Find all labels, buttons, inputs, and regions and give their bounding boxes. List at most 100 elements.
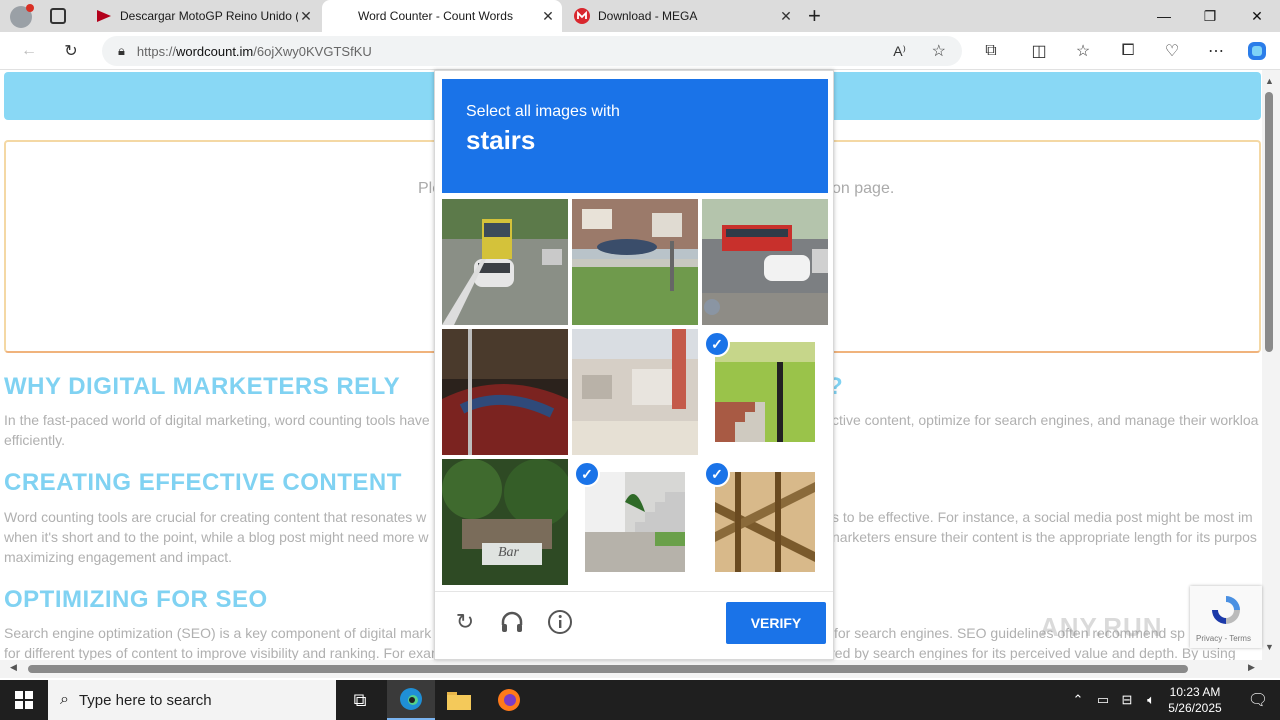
- browser-toolbar: ← ↻ 🔒︎ https://wordcount.im/6ojXwy0KVGTS…: [0, 32, 1280, 70]
- close-window-button[interactable]: ✕: [1234, 0, 1280, 32]
- stairs-image: [715, 472, 815, 572]
- tab-word-counter[interactable]: Word Counter - Count Words ✕: [322, 0, 562, 32]
- audio-challenge-icon[interactable]: [498, 608, 526, 636]
- heading-creating-content: CREATING EFFECTIVE CONTENT: [4, 469, 402, 496]
- show-hidden-icons-icon[interactable]: ⌃: [1064, 680, 1092, 720]
- browser-essentials-icon[interactable]: ♡: [1161, 40, 1183, 62]
- split-screen-icon[interactable]: ◫: [1028, 40, 1050, 62]
- anyrun-watermark: ANY.RUN: [1040, 612, 1163, 642]
- tile-sign-text: Bar: [498, 545, 519, 560]
- paragraph-1-line-1-right: ctive content, optimize for search engin…: [832, 412, 1259, 428]
- captcha-tile-selected[interactable]: ✓: [702, 329, 828, 455]
- verify-button[interactable]: VERIFY: [726, 602, 826, 644]
- horizontal-scroll-thumb[interactable]: [28, 665, 1188, 673]
- reload-icon[interactable]: ↻: [451, 608, 479, 636]
- captcha-target: stairs: [466, 125, 536, 155]
- scroll-up-arrow-icon[interactable]: ▲: [1265, 76, 1274, 86]
- paragraph-3-line-1-left: Search engine optimization (SEO) is a ke…: [4, 625, 432, 641]
- windows-taskbar: ⌕ Type here to search ⧉ ⌃ ▭ ⊟ 🔈︎ 10:23 A…: [0, 680, 1280, 720]
- battery-icon[interactable]: ▭: [1090, 680, 1116, 720]
- street-cars-image: [702, 199, 828, 325]
- captcha-challenge: Select all images with stairs ✓ Bar ✓ ✓ …: [434, 70, 834, 660]
- extensions-icon[interactable]: ⧉: [980, 40, 1002, 62]
- selected-check-icon: ✓: [704, 461, 730, 487]
- url-prefix: https://: [136, 43, 176, 59]
- recaptcha-privacy-terms[interactable]: Privacy - Terms: [1196, 634, 1251, 643]
- stairs-image: [585, 472, 685, 572]
- file-explorer-icon[interactable]: [435, 680, 483, 720]
- building-image: [572, 329, 698, 455]
- captcha-tile[interactable]: [572, 199, 698, 325]
- paragraph-2-line-3: maximizing engagement and impact.: [4, 549, 233, 565]
- url-path: /6ojXwy0KVGTSfKU: [253, 43, 372, 59]
- address-bar[interactable]: 🔒︎ https://wordcount.im/6ojXwy0KVGTSfKU …: [102, 36, 962, 66]
- task-view-icon[interactable]: ⧉: [336, 680, 384, 720]
- selected-check-icon: ✓: [574, 461, 600, 487]
- info-icon[interactable]: [546, 608, 574, 636]
- tab-mega[interactable]: Download - MEGA ✕: [562, 0, 800, 32]
- network-icon[interactable]: ⊟: [1114, 680, 1140, 720]
- paragraph-2-line-1-right: s to be effective. For instance, a socia…: [832, 509, 1253, 525]
- captcha-tile-selected[interactable]: ✓: [572, 459, 698, 585]
- heading-why-marketers: WHY DIGITAL MARKETERS RELY: [4, 373, 401, 400]
- tree-sign-image: [442, 459, 568, 585]
- captcha-tile[interactable]: [702, 199, 828, 325]
- street-bus-image: [442, 199, 568, 325]
- captcha-tile[interactable]: Bar: [442, 459, 568, 585]
- recaptcha-logo-icon: [1212, 596, 1240, 624]
- close-tab-icon[interactable]: ✕: [298, 8, 314, 25]
- recaptcha-badge[interactable]: Privacy - Terms: [1190, 586, 1262, 648]
- captcha-footer: ↻ VERIFY: [435, 591, 833, 659]
- notifications-icon[interactable]: 🗨︎: [1234, 680, 1280, 720]
- captcha-tile[interactable]: [572, 329, 698, 455]
- tab-motogp[interactable]: Descargar MotoGP Reino Unido ( ✕: [84, 0, 320, 32]
- taskbar-clock[interactable]: 10:23 AM 5/26/2025: [1160, 684, 1230, 716]
- close-tab-icon[interactable]: ✕: [778, 8, 794, 25]
- tab-strip: Descargar MotoGP Reino Unido ( ✕ Word Co…: [0, 0, 1280, 32]
- captcha-header: Select all images with stairs: [442, 79, 828, 193]
- captcha-tile-selected[interactable]: ✓: [702, 459, 828, 585]
- new-tab-button[interactable]: +: [808, 3, 821, 29]
- favorites-icon[interactable]: ☆: [1072, 40, 1094, 62]
- tab-title: Descargar MotoGP Reino Unido (: [120, 9, 298, 23]
- paragraph-1-line-1-left: In the fast-paced world of digital marke…: [4, 412, 430, 428]
- tab-actions-icon[interactable]: [50, 8, 66, 24]
- tab-title: Word Counter - Count Words: [358, 9, 513, 23]
- tab-title: Download - MEGA: [598, 9, 698, 23]
- read-aloud-icon[interactable]: A⁾: [893, 43, 906, 60]
- stairs-image: [715, 342, 815, 442]
- refresh-icon[interactable]: ↻: [60, 40, 82, 62]
- firefox-icon[interactable]: [485, 680, 533, 720]
- textarea-placeholder-right: on page.: [832, 180, 895, 197]
- lock-icon: 🔒︎: [118, 43, 125, 58]
- paragraph-1-line-2: efficiently.: [4, 432, 65, 448]
- captcha-tile[interactable]: [442, 329, 568, 455]
- clock-date: 5/26/2025: [1168, 701, 1222, 715]
- back-arrow-icon[interactable]: ←: [18, 40, 40, 62]
- url-host: wordcount.im: [175, 43, 254, 59]
- start-button[interactable]: [0, 680, 48, 720]
- search-placeholder: Type here to search: [78, 691, 212, 709]
- captcha-tile[interactable]: [442, 199, 568, 325]
- scroll-right-arrow-icon[interactable]: ▶: [1248, 662, 1255, 673]
- more-menu-icon[interactable]: ⋯: [1205, 40, 1227, 62]
- dark-car-image: [442, 329, 568, 455]
- paragraph-2-line-1-left: Word counting tools are crucial for crea…: [4, 509, 427, 525]
- close-tab-icon[interactable]: ✕: [540, 8, 556, 25]
- taskbar-search-box[interactable]: ⌕ Type here to search: [48, 680, 336, 720]
- copilot-icon[interactable]: [1246, 40, 1268, 62]
- house-boat-image: [572, 199, 698, 325]
- favorite-star-icon[interactable]: ☆: [932, 41, 946, 61]
- collections-icon[interactable]: ⧠: [1117, 40, 1139, 62]
- restore-button[interactable]: ❐: [1187, 0, 1233, 32]
- profile-avatar[interactable]: [10, 4, 34, 28]
- scroll-down-arrow-icon[interactable]: ▼: [1265, 642, 1274, 652]
- captcha-instruction: Select all images with: [466, 103, 620, 120]
- scroll-left-arrow-icon[interactable]: ◀: [10, 662, 17, 673]
- heading-optimizing-seo: OPTIMIZING FOR SEO: [4, 586, 268, 613]
- minimize-button[interactable]: —: [1141, 0, 1187, 32]
- paragraph-2-line-2-left: when it's short and to the point, while …: [4, 529, 429, 545]
- mega-favicon-icon: [574, 8, 590, 24]
- vertical-scroll-thumb[interactable]: [1265, 92, 1273, 352]
- edge-taskbar-icon[interactable]: [387, 680, 435, 720]
